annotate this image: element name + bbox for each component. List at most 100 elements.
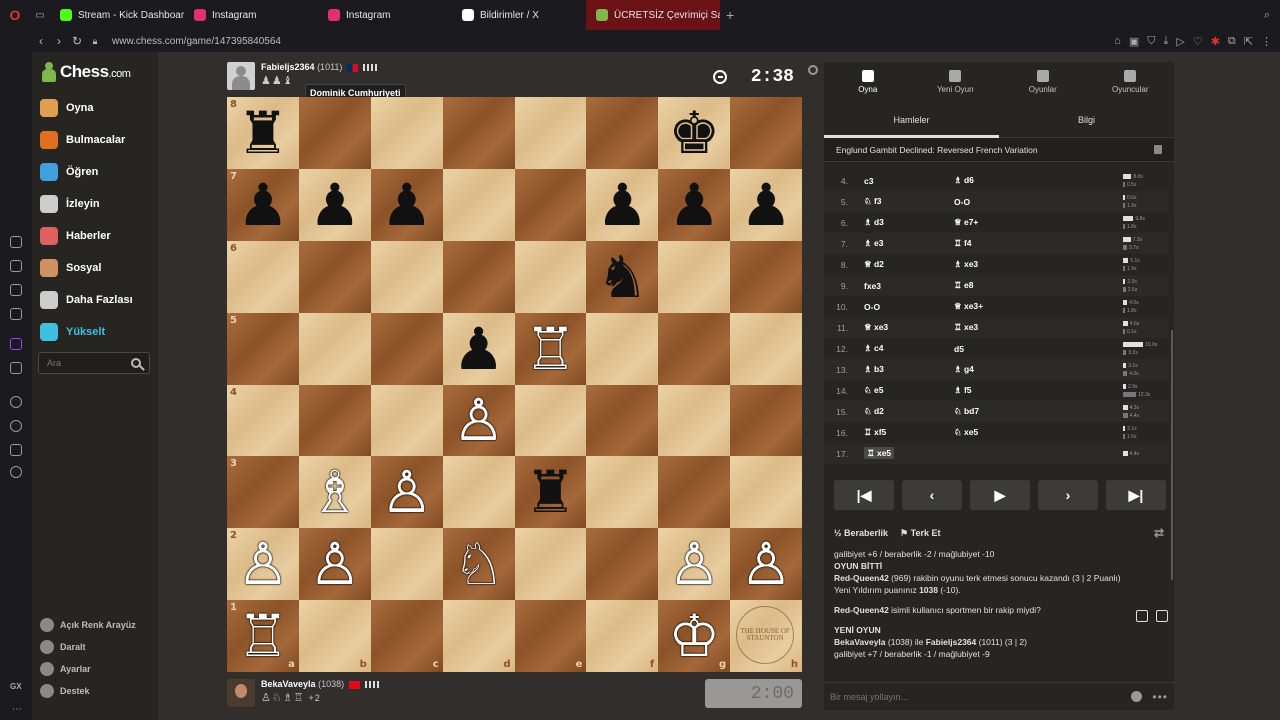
white-pawn-icon[interactable]: ♙ (309, 535, 361, 593)
opening-name[interactable]: Englund Gambit Declined: Reversed French… (836, 145, 1038, 155)
square-d6[interactable] (442, 240, 515, 313)
square-c8[interactable] (370, 97, 443, 169)
prev-move-button[interactable]: ‹ (902, 480, 962, 510)
white-move[interactable]: c3 (864, 176, 873, 186)
panel-tab[interactable]: Yeni Oyun (912, 62, 1000, 102)
square-e2[interactable] (514, 528, 587, 601)
square-d1[interactable]: d (442, 600, 515, 672)
flag-dominican-icon[interactable] (346, 63, 358, 72)
sidebar-footer-item[interactable]: Açık Renk Arayüz (40, 618, 136, 632)
square-g8[interactable]: ♚ (658, 97, 731, 169)
panel-tab[interactable]: Oyunlar (999, 62, 1087, 102)
next-move-button[interactable]: › (1038, 480, 1098, 510)
white-move[interactable]: ♖ xe5 (864, 447, 895, 459)
square-a1[interactable]: 1 a ♖ (227, 600, 299, 672)
white-move[interactable]: ♘ d2 (864, 406, 884, 416)
thumbs-down-icon[interactable] (1156, 610, 1168, 622)
square-e4[interactable] (514, 384, 587, 457)
top-player-name[interactable]: Fabieljs2364 (261, 62, 315, 72)
square-h8[interactable] (730, 97, 802, 169)
square-f8[interactable] (586, 97, 659, 169)
forward-icon[interactable]: › (50, 34, 68, 48)
white-knight-icon[interactable]: ♘ (453, 535, 505, 593)
browser-tab[interactable]: Instagram (318, 0, 452, 30)
black-move[interactable]: ♘ xe5 (924, 427, 994, 438)
square-h6[interactable] (730, 240, 802, 313)
square-a4[interactable]: 4 (227, 384, 299, 457)
square-b1[interactable]: b (298, 600, 371, 672)
flip-board-icon[interactable]: ⇄ (1154, 526, 1164, 540)
square-e6[interactable] (514, 240, 587, 313)
white-move[interactable]: fxe3 (864, 281, 881, 291)
panel-tab[interactable]: Oyna (824, 62, 912, 102)
chess-logo[interactable]: Chess.com (42, 62, 131, 82)
square-h3[interactable] (730, 456, 802, 529)
history-icon[interactable] (10, 236, 22, 248)
sidebar-footer-item[interactable]: Destek (40, 684, 90, 698)
chess-board[interactable]: 8 ♜ ♚ 7 ♟ ♟ ♟ ♟ ♟ ♟ 6 ♞ 5 ♟ ♖ 4 ♙ 3 ♗ ♙ ♜ 2 ♙ ♙ ♘ ♙ ♙ 1 a ♖ b c d e f g ♔ h TH… (227, 97, 802, 672)
white-rook-icon[interactable]: ♖ (237, 607, 289, 665)
square-c5[interactable] (370, 312, 443, 385)
sidebar-footer-item[interactable]: Ayarlar (40, 662, 91, 676)
opera-gx-icon[interactable]: O (0, 0, 30, 30)
black-move[interactable]: ♗ g4 (924, 364, 994, 375)
square-e1[interactable]: e (514, 600, 587, 672)
first-move-button[interactable]: |◀ (834, 480, 894, 510)
square-c2[interactable] (370, 528, 443, 601)
square-h2[interactable]: ♙ (730, 528, 802, 601)
square-d3[interactable] (442, 456, 515, 529)
chat-username[interactable]: BekaVaveyla (834, 637, 886, 647)
resign-button[interactable]: ⚑ Terk Et (900, 528, 940, 539)
white-pawn-icon[interactable]: ♙ (740, 535, 792, 593)
square-c3[interactable]: ♙ (370, 456, 443, 529)
square-d2[interactable]: ♘ (442, 528, 515, 601)
menu-icon[interactable]: ⋮ (1261, 35, 1272, 48)
sidebar-item-5[interactable]: Sosyal (40, 256, 101, 280)
square-e8[interactable] (514, 97, 587, 169)
avatar[interactable] (227, 679, 255, 707)
black-pawn-icon[interactable]: ♟ (740, 176, 792, 234)
square-e5[interactable]: ♖ (514, 312, 587, 385)
clock-icon[interactable] (10, 420, 22, 432)
black-rook-icon[interactable]: ♜ (237, 104, 289, 162)
black-move[interactable]: ♖ xe3 (924, 322, 994, 333)
white-pawn-icon[interactable]: ♙ (237, 535, 289, 593)
wallet-icon[interactable] (10, 260, 22, 272)
black-pawn-icon[interactable]: ♟ (453, 320, 505, 378)
puzzle-icon[interactable]: ⧉ (1228, 35, 1236, 48)
square-f2[interactable] (586, 528, 659, 601)
play-icon[interactable]: ▷ (1176, 35, 1184, 48)
white-pawn-icon[interactable]: ♙ (453, 391, 505, 449)
black-move[interactable]: ♗ f5 (924, 385, 994, 396)
panel-tab[interactable]: Oyuncular (1087, 62, 1175, 102)
reload-icon[interactable]: ↻ (68, 34, 86, 48)
more-options-icon[interactable]: ••• (1152, 690, 1168, 704)
square-h7[interactable]: ♟ (730, 168, 802, 241)
square-b3[interactable]: ♗ (298, 456, 371, 529)
square-h5[interactable] (730, 312, 802, 385)
square-c7[interactable]: ♟ (370, 168, 443, 241)
chat-username[interactable]: Fabieljs2364 (926, 637, 977, 647)
url-field[interactable]: www.chess.com/game/147395840564 (112, 36, 281, 47)
message-input[interactable] (830, 691, 1132, 702)
white-move[interactable]: ♗ b3 (864, 364, 884, 374)
black-move[interactable]: ♕ e7+ (924, 217, 994, 228)
square-a2[interactable]: 2 ♙ (227, 528, 299, 601)
last-move-button[interactable]: ▶| (1106, 480, 1166, 510)
twitch-icon[interactable] (10, 338, 22, 350)
more-side-icon[interactable]: ⋯ (12, 704, 22, 715)
square-c4[interactable] (370, 384, 443, 457)
back-icon[interactable]: ‹ (32, 34, 50, 48)
thumbs-up-icon[interactable] (1136, 610, 1148, 622)
black-knight-icon[interactable]: ♞ (596, 248, 648, 306)
square-f7[interactable]: ♟ (586, 168, 659, 241)
square-e3[interactable]: ♜ (514, 456, 587, 529)
white-move[interactable]: ♗ c4 (864, 343, 883, 353)
download-icon[interactable]: ⤓ (1163, 35, 1168, 48)
sidebar-item-3[interactable]: İzleyin (40, 192, 100, 216)
square-f6[interactable]: ♞ (586, 240, 659, 313)
square-f5[interactable] (586, 312, 659, 385)
bottom-player-name[interactable]: BekaVaveyla (261, 679, 316, 689)
chat-username[interactable]: Red-Queen42 (834, 605, 889, 615)
white-move[interactable]: ♗ d3 (864, 217, 884, 227)
